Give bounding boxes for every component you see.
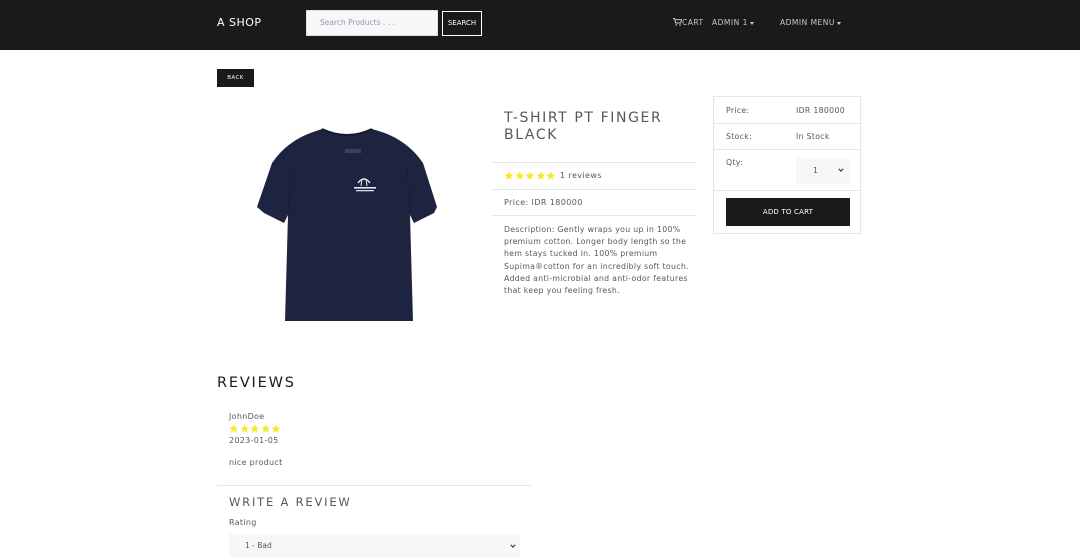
star-icon (260, 424, 270, 433)
caret-down-icon (836, 21, 841, 25)
price-label: Price: (726, 106, 750, 115)
star-icon (546, 171, 556, 180)
divider (217, 485, 531, 486)
cart-icon (673, 18, 682, 26)
back-button[interactable]: BACK (217, 69, 254, 87)
divider (492, 189, 696, 190)
reviews-count: 1 reviews (560, 171, 602, 180)
chevron-down-icon (510, 544, 516, 549)
t-shirt-image (257, 128, 437, 321)
qty-select[interactable]: 1 (796, 158, 850, 184)
chevron-down-icon (838, 168, 844, 173)
write-review-heading: WRITE A REVIEW (229, 495, 352, 509)
caret-down-icon (749, 21, 754, 25)
star-icon (514, 171, 524, 180)
review-date: 2023-01-05 (229, 436, 279, 445)
divider (714, 190, 860, 191)
product-rating-stars (504, 171, 556, 181)
price-value: IDR 180000 (796, 106, 845, 115)
admin-menu-label: ADMIN MENU (780, 18, 835, 27)
add-to-cart-button[interactable]: ADD TO CART (726, 198, 850, 226)
qty-value: 1 (813, 166, 818, 175)
divider (714, 149, 860, 150)
product-price: Price: IDR 180000 (504, 198, 583, 207)
rating-select-value: 1 - Bad (245, 541, 272, 550)
search-input[interactable]: Search Products . . . (306, 10, 438, 36)
brand-logo[interactable]: A SHOP (217, 16, 262, 29)
rating-select[interactable]: 1 - Bad (229, 534, 520, 557)
stock-value: In Stock (796, 132, 830, 141)
star-icon (250, 424, 260, 433)
star-icon (229, 424, 239, 433)
product-title: T-Shirt PT Finger Black (504, 110, 663, 143)
review-username: JohnDoe (229, 412, 265, 421)
divider (714, 123, 860, 124)
cart-link[interactable]: CART (673, 18, 704, 27)
purchase-card: Price: IDR 180000 Stock: In Stock Qty: 1… (713, 96, 861, 234)
divider (492, 162, 696, 163)
star-icon (504, 171, 514, 180)
admin-menu-dropdown[interactable]: ADMIN MENU (780, 18, 841, 27)
stock-label: Stock: (726, 132, 753, 141)
star-icon (525, 171, 535, 180)
star-icon (239, 424, 249, 433)
product-description: Description: Gently wraps you up in 100%… (504, 225, 689, 296)
admin-user-dropdown[interactable]: ADMIN 1 (712, 18, 754, 27)
qty-label: Qty: (726, 158, 744, 167)
search-button[interactable]: SEARCH (442, 11, 482, 36)
reviews-heading: REVIEWS (217, 375, 296, 391)
admin-user-label: ADMIN 1 (712, 18, 748, 27)
cart-label: CART (682, 18, 704, 27)
star-icon (535, 171, 545, 180)
review-rating-stars (229, 424, 281, 434)
review-comment: nice product (229, 458, 283, 467)
divider (492, 215, 696, 216)
navbar: A SHOP Search Products . . . SEARCH CART… (0, 0, 1080, 50)
star-icon (271, 424, 281, 433)
rating-label: Rating (229, 518, 257, 527)
